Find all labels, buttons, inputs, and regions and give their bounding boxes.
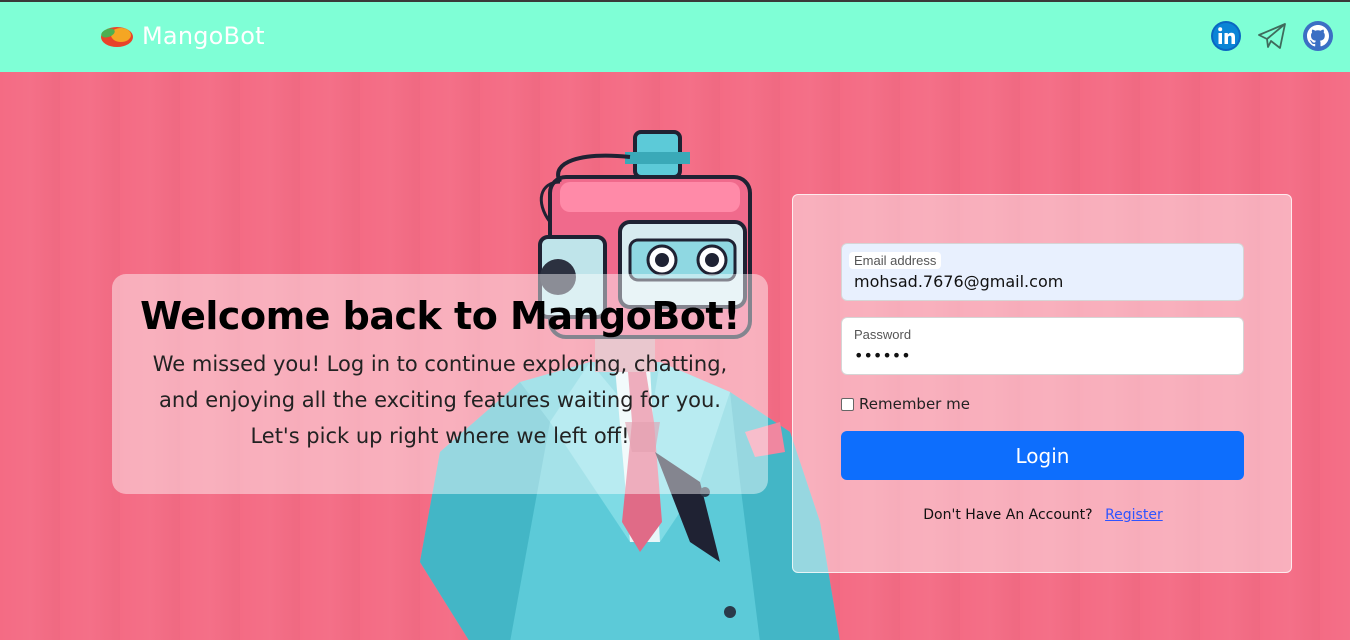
email-value: mohsad.7676@gmail.com	[854, 272, 1064, 291]
telegram-icon[interactable]	[1256, 20, 1288, 52]
register-link[interactable]: Register	[1105, 507, 1163, 523]
register-prompt: Don't Have An Account?	[923, 507, 1093, 523]
password-value: ••••••	[854, 346, 911, 365]
email-label: Email address	[849, 252, 942, 269]
linkedin-icon[interactable]	[1210, 20, 1242, 52]
brand-name: MangoBot	[142, 22, 265, 50]
remember-checkbox[interactable]	[841, 397, 854, 411]
login-button[interactable]: Login	[841, 431, 1244, 480]
email-field[interactable]: Email address mohsad.7676@gmail.com	[841, 243, 1244, 301]
remember-me: Remember me	[841, 395, 970, 413]
password-field[interactable]: Password ••••••	[841, 317, 1244, 375]
github-icon[interactable]	[1302, 20, 1334, 52]
brand[interactable]: MangoBot	[98, 22, 265, 50]
welcome-panel: Welcome back to MangoBot! We missed you!…	[112, 274, 768, 494]
welcome-title: Welcome back to MangoBot!	[140, 294, 740, 338]
login-form: Email address mohsad.7676@gmail.com Pass…	[792, 194, 1292, 573]
password-label: Password	[854, 327, 912, 342]
mango-logo-icon	[101, 27, 133, 47]
social-links	[1210, 20, 1334, 52]
navbar: MangoBot	[0, 2, 1350, 72]
register-row: Don't Have An Account? Register	[793, 507, 1293, 523]
welcome-message: We missed you! Log in to continue explor…	[152, 352, 728, 448]
remember-label[interactable]: Remember me	[859, 395, 970, 413]
